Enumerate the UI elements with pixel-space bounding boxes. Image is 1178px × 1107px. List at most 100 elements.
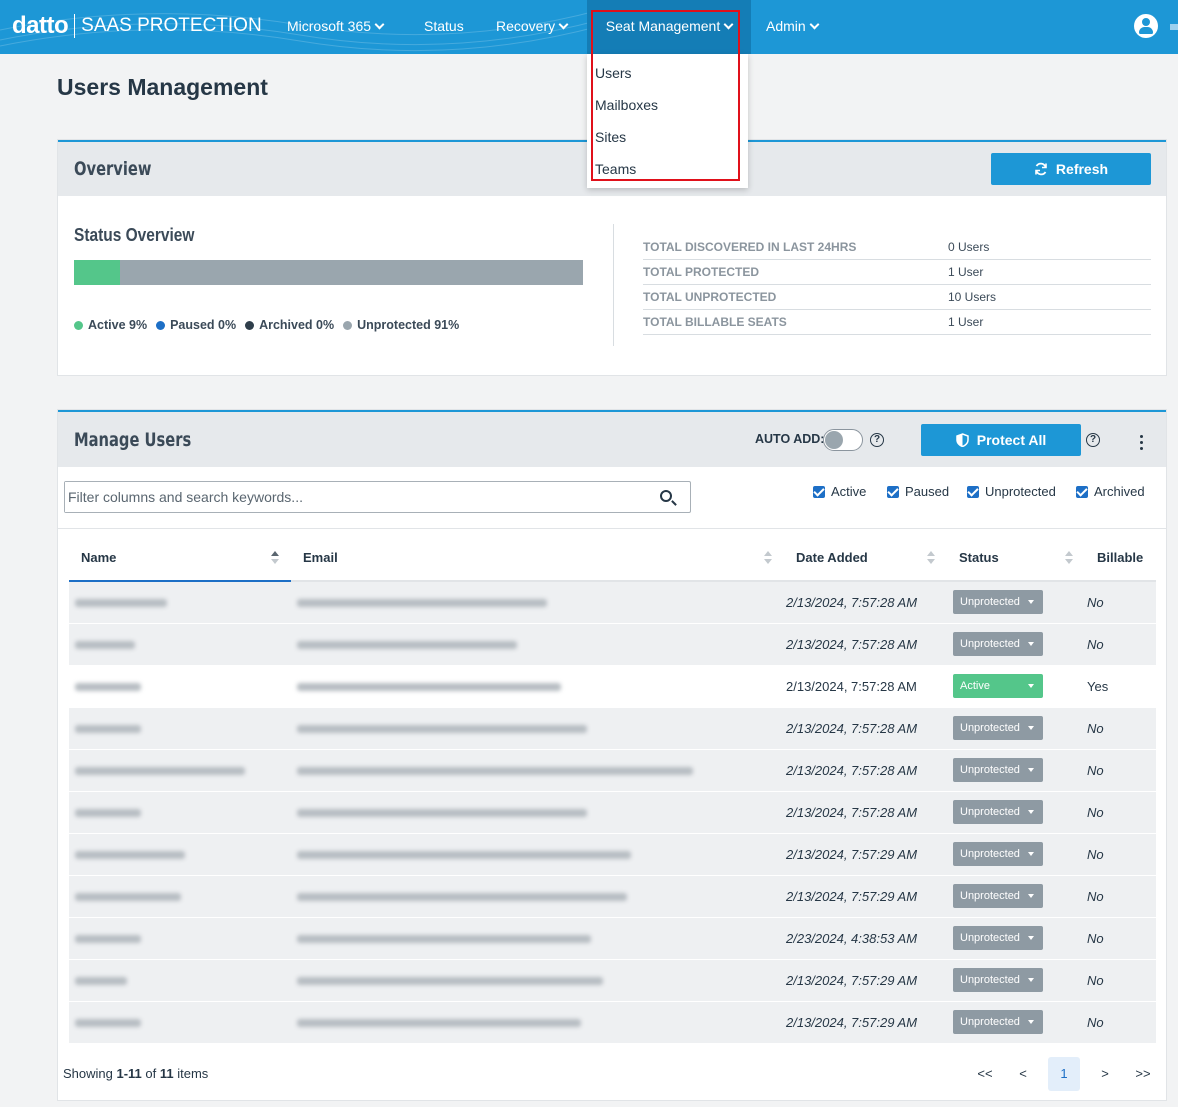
- legend-dot-icon: [74, 320, 83, 330]
- table-row[interactable]: 2/13/2024, 7:57:28 AM Unprotected No: [69, 623, 1156, 666]
- table-row[interactable]: 2/13/2024, 7:57:29 AM Unprotected No: [69, 1001, 1156, 1044]
- status-dropdown[interactable]: Unprotected: [953, 1010, 1043, 1034]
- status-dropdown[interactable]: Active: [953, 674, 1043, 698]
- status-label: Unprotected: [960, 764, 1020, 776]
- cell-billable: No: [1085, 623, 1156, 666]
- table-row[interactable]: 2/13/2024, 7:57:28 AM Unprotected No: [69, 749, 1156, 792]
- table-row[interactable]: 2/13/2024, 7:57:28 AM Unprotected No: [69, 707, 1156, 750]
- cell-billable: Yes: [1085, 665, 1156, 708]
- menu-item-users[interactable]: Users: [595, 65, 632, 81]
- cell-date-added: 2/13/2024, 7:57:28 AM: [784, 665, 947, 708]
- cell-email-redacted: [291, 623, 784, 666]
- status-dropdown[interactable]: Unprotected: [953, 632, 1043, 656]
- cell-date-added: 2/13/2024, 7:57:28 AM: [784, 749, 947, 792]
- status-dropdown[interactable]: Unprotected: [953, 758, 1043, 782]
- filter-paused[interactable]: Paused: [887, 484, 949, 499]
- status-dropdown[interactable]: Unprotected: [953, 968, 1043, 992]
- nav-label: Recovery: [496, 18, 556, 34]
- more-options-icon[interactable]: [1140, 435, 1144, 453]
- column-label: Email: [303, 550, 338, 565]
- table-row[interactable]: 2/13/2024, 7:57:29 AM Unprotected No: [69, 833, 1156, 876]
- column-header-email[interactable]: Email: [291, 535, 784, 582]
- pager-next-button[interactable]: >: [1086, 1057, 1124, 1091]
- overview-stats-table: TOTAL DISCOVERED IN LAST 24HRS 0 Users TOT…: [643, 235, 1151, 335]
- caret-down-icon: [1028, 726, 1034, 730]
- shield-icon: [956, 433, 969, 447]
- pager-current-page[interactable]: 1: [1048, 1057, 1080, 1091]
- filter-unprotected[interactable]: Unprotected: [967, 484, 1056, 499]
- refresh-button[interactable]: Refresh: [991, 153, 1151, 185]
- cell-status: Unprotected: [947, 749, 1085, 792]
- menu-item-sites[interactable]: Sites: [595, 129, 626, 145]
- top-navigation-bar: datto SAAS PROTECTION Microsoft 365 Stat…: [0, 0, 1178, 54]
- sort-icon[interactable]: [271, 551, 279, 565]
- status-dropdown[interactable]: Unprotected: [953, 590, 1043, 615]
- cell-name-redacted: [69, 581, 291, 624]
- checkbox-checked-icon[interactable]: [967, 485, 979, 498]
- user-account-icon[interactable]: [1134, 14, 1158, 38]
- checkbox-checked-icon[interactable]: [887, 485, 899, 498]
- sort-icon[interactable]: [927, 551, 935, 565]
- protect-all-button[interactable]: Protect All: [921, 424, 1081, 456]
- summary-total: 11: [159, 1066, 174, 1081]
- cell-email-redacted: [291, 581, 784, 624]
- auto-add-toggle[interactable]: [823, 429, 863, 451]
- nav-admin[interactable]: Admin: [766, 0, 820, 54]
- search-input[interactable]: [65, 482, 645, 512]
- cell-email-redacted: [291, 917, 784, 960]
- table-row[interactable]: 2/13/2024, 7:57:29 AM Unprotected No: [69, 875, 1156, 918]
- pager-last-button[interactable]: >>: [1124, 1057, 1162, 1091]
- nav-seat-management[interactable]: Seat Management: [587, 0, 751, 54]
- toolbar-divider: [58, 528, 1166, 529]
- table-row[interactable]: 2/13/2024, 7:57:29 AM Unprotected No: [69, 959, 1156, 1002]
- legend-label: Active 9%: [88, 318, 148, 332]
- table-row[interactable]: 2/13/2024, 7:57:28 AM Unprotected No: [69, 791, 1156, 834]
- status-dropdown[interactable]: Unprotected: [953, 884, 1043, 908]
- table-row[interactable]: 2/13/2024, 7:57:28 AM Unprotected No: [69, 581, 1156, 624]
- search-icon[interactable]: [660, 490, 672, 502]
- cell-status: Unprotected: [947, 1001, 1085, 1044]
- checkbox-checked-icon[interactable]: [813, 485, 825, 498]
- cell-date-added: 2/13/2024, 7:57:29 AM: [784, 1001, 947, 1044]
- table-row[interactable]: 2/13/2024, 7:57:28 AM Active Yes: [69, 665, 1156, 708]
- status-label: Unprotected: [960, 806, 1020, 818]
- table-row[interactable]: 2/23/2024, 4:38:53 AM Unprotected No: [69, 917, 1156, 960]
- sort-icon[interactable]: [1065, 551, 1073, 565]
- chevron-down-icon: [374, 19, 385, 30]
- menu-item-teams[interactable]: Teams: [595, 161, 636, 177]
- legend-item: Unprotected 91%: [343, 318, 459, 332]
- cell-billable: No: [1085, 791, 1156, 834]
- filter-archived[interactable]: Archived: [1076, 484, 1145, 499]
- manage-users-title: Manage Users: [74, 429, 192, 451]
- nav-status[interactable]: Status: [424, 0, 464, 54]
- cell-billable: No: [1085, 707, 1156, 750]
- help-icon[interactable]: ?: [1086, 433, 1100, 447]
- sort-icon[interactable]: [764, 551, 772, 565]
- cell-status: Unprotected: [947, 623, 1085, 666]
- cell-name-redacted: [69, 749, 291, 792]
- overview-divider: [613, 224, 614, 346]
- filter-active[interactable]: Active: [813, 484, 866, 499]
- column-header-date-added[interactable]: Date Added: [784, 535, 947, 582]
- nav-microsoft-365[interactable]: Microsoft 365: [287, 0, 385, 54]
- checkbox-checked-icon[interactable]: [1076, 485, 1088, 498]
- status-dropdown[interactable]: Unprotected: [953, 800, 1043, 824]
- status-dropdown[interactable]: Unprotected: [953, 842, 1043, 866]
- search-field[interactable]: [64, 481, 691, 513]
- help-icon[interactable]: ?: [870, 433, 884, 447]
- column-header-status[interactable]: Status: [947, 535, 1085, 582]
- status-dropdown[interactable]: Unprotected: [953, 926, 1043, 950]
- pager-first-button[interactable]: <<: [966, 1057, 1004, 1091]
- cell-date-added: 2/23/2024, 4:38:53 AM: [784, 917, 947, 960]
- users-table-body: 2/13/2024, 7:57:28 AM Unprotected No 2/13/2…: [69, 581, 1156, 1044]
- pager-prev-button[interactable]: <: [1004, 1057, 1042, 1091]
- column-header-name[interactable]: Name: [69, 535, 291, 582]
- datto-logo[interactable]: datto SAAS PROTECTION: [12, 12, 262, 40]
- nav-recovery[interactable]: Recovery: [496, 0, 569, 54]
- status-dropdown[interactable]: Unprotected: [953, 716, 1043, 740]
- caret-down-icon: [1028, 1020, 1034, 1024]
- stat-label: TOTAL PROTECTED: [643, 265, 760, 279]
- status-label: Unprotected: [960, 932, 1020, 944]
- caret-down-icon: [1028, 810, 1034, 814]
- menu-item-mailboxes[interactable]: Mailboxes: [595, 97, 658, 113]
